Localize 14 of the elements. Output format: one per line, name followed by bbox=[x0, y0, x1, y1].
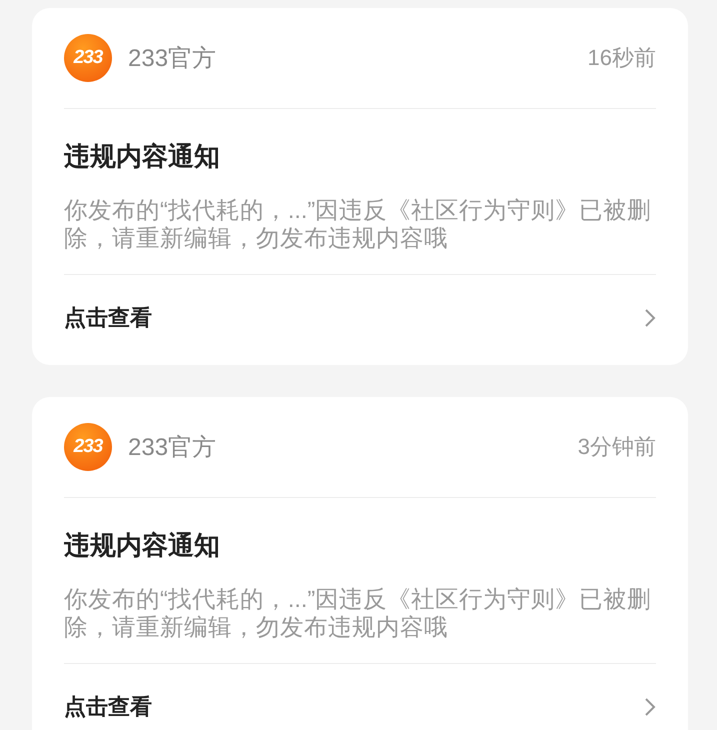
timestamp: 3分钟前 bbox=[578, 433, 656, 461]
notification-title: 违规内容通知 bbox=[64, 140, 221, 173]
view-details-button[interactable]: 点击查看 bbox=[64, 664, 656, 730]
notification-message: 你发布的“找代耗的，...”因违反《社区行为守则》已被删除，请重新编辑，勿发布违规内容哦 bbox=[64, 585, 652, 641]
notification-title: 违规内容通知 bbox=[64, 529, 221, 562]
sender-name: 233官方 bbox=[128, 433, 218, 463]
chevron-right-icon bbox=[644, 697, 656, 717]
chevron-right-icon bbox=[644, 308, 656, 328]
timestamp: 16秒前 bbox=[588, 44, 656, 72]
notification-message: 你发布的“找代耗的，...”因违反《社区行为守则》已被删除，请重新编辑，勿发布违规内容哦 bbox=[64, 196, 652, 252]
view-details-button[interactable]: 点击查看 bbox=[64, 275, 656, 365]
sender-name: 233官方 bbox=[128, 44, 218, 74]
logo-icon: 233 bbox=[64, 423, 112, 471]
logo-icon: 233 bbox=[64, 34, 112, 82]
